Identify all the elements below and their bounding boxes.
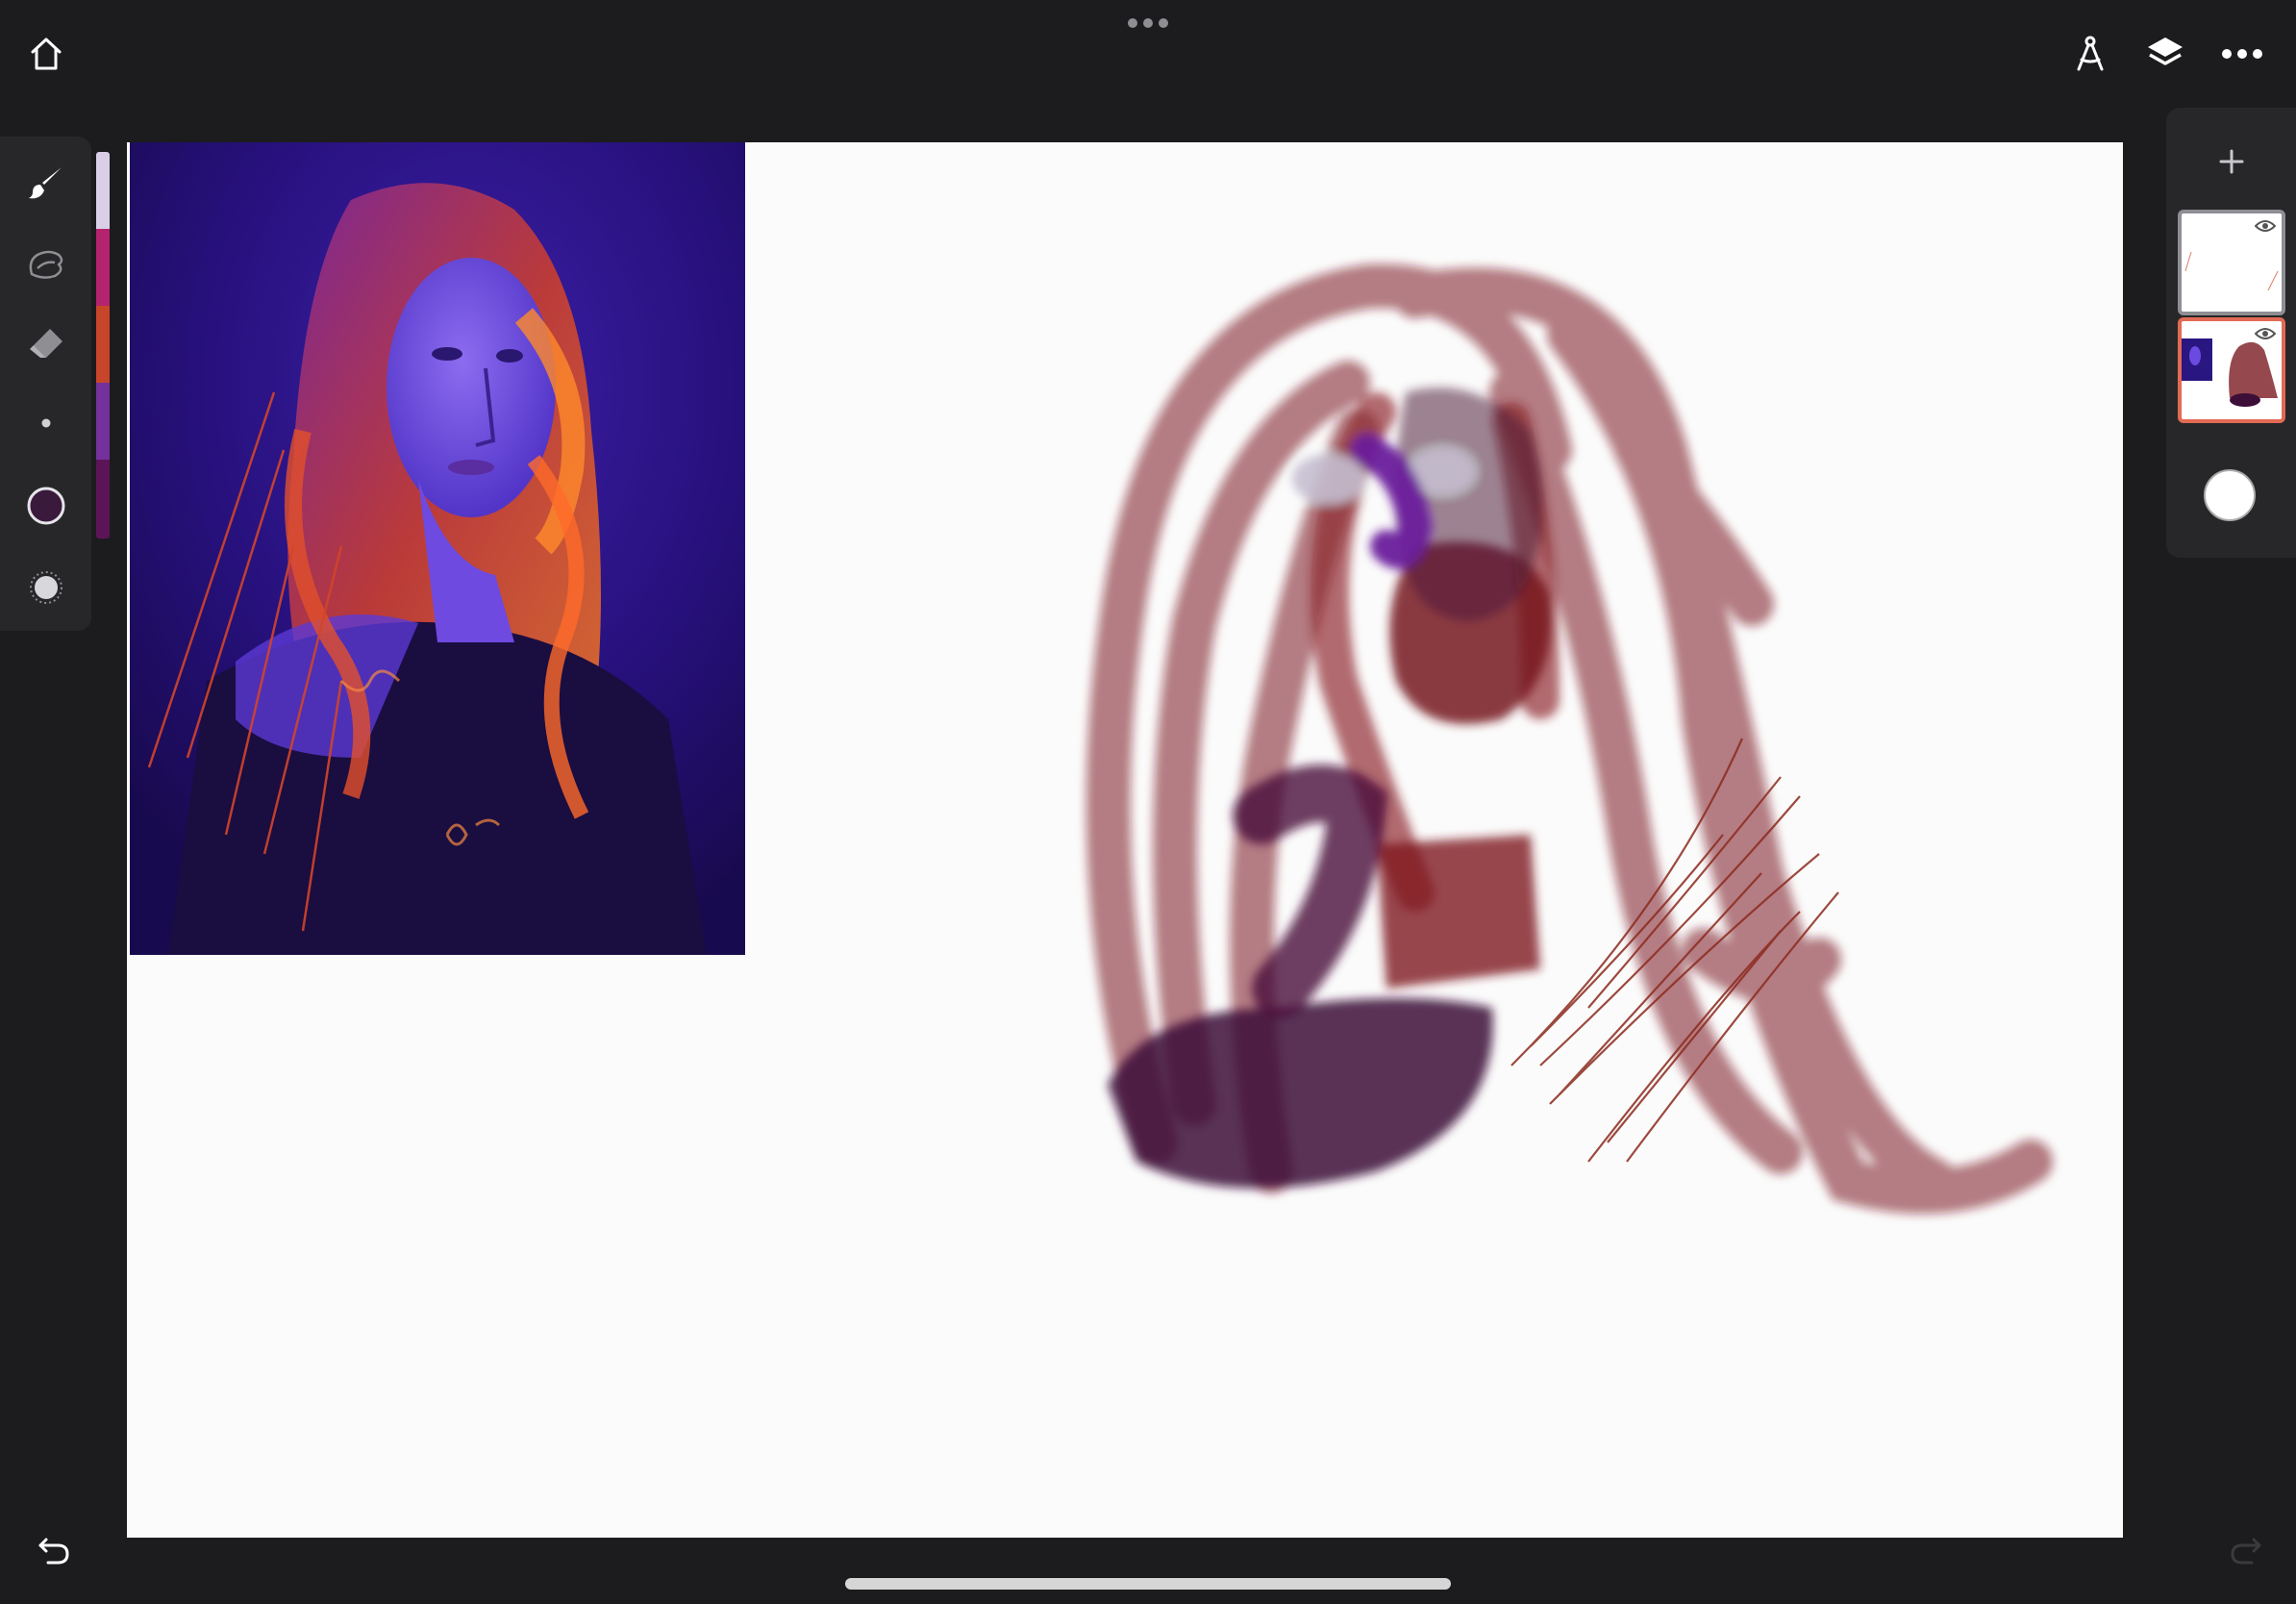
more-handle-icon [1128, 18, 1168, 28]
ellipsis-icon [2222, 49, 2262, 59]
visibility-eye-icon[interactable] [2255, 327, 2276, 340]
drawing-aids-button[interactable] [2063, 27, 2117, 81]
brush-icon [29, 167, 62, 199]
layer-thumbnail-2[interactable] [2178, 317, 2285, 423]
drawing-canvas[interactable] [127, 142, 2123, 1538]
layers-panel [2166, 108, 2296, 558]
undo-icon [38, 1538, 69, 1565]
smudge-tool[interactable] [17, 236, 75, 293]
brush-size-icon [41, 418, 51, 428]
painted-sketch [1086, 263, 2053, 1215]
eraser-icon [30, 329, 62, 358]
home-icon [31, 38, 62, 70]
visibility-eye-icon[interactable] [2255, 219, 2276, 233]
tools-sidebar [0, 137, 91, 631]
home-button[interactable] [19, 27, 73, 81]
smudge-icon [29, 250, 63, 279]
color-picker-button[interactable] [17, 477, 75, 535]
color-history-strip[interactable] [96, 152, 110, 539]
redo-button[interactable] [2219, 1525, 2273, 1573]
layers-button[interactable] [2138, 27, 2192, 81]
add-layer-button[interactable] [2205, 135, 2259, 188]
background-color-button[interactable] [2204, 469, 2256, 521]
brush-tool[interactable] [17, 154, 75, 212]
undo-button[interactable] [27, 1525, 81, 1573]
color-swatch-icon [27, 487, 65, 525]
compass-icon [2077, 36, 2104, 71]
brush-size-slider[interactable] [17, 394, 75, 452]
multitask-handle[interactable] [1111, 10, 1185, 37]
more-options-button[interactable] [2215, 27, 2269, 81]
plus-icon [2219, 149, 2244, 174]
opacity-icon [30, 571, 62, 604]
home-indicator[interactable] [845, 1578, 1451, 1590]
layer-thumbnail-1[interactable] [2178, 210, 2285, 315]
opacity-slider[interactable] [17, 559, 75, 616]
eraser-tool[interactable] [17, 315, 75, 373]
redo-icon [2231, 1538, 2261, 1565]
top-bar [0, 0, 2296, 106]
layers-icon [2148, 38, 2183, 65]
